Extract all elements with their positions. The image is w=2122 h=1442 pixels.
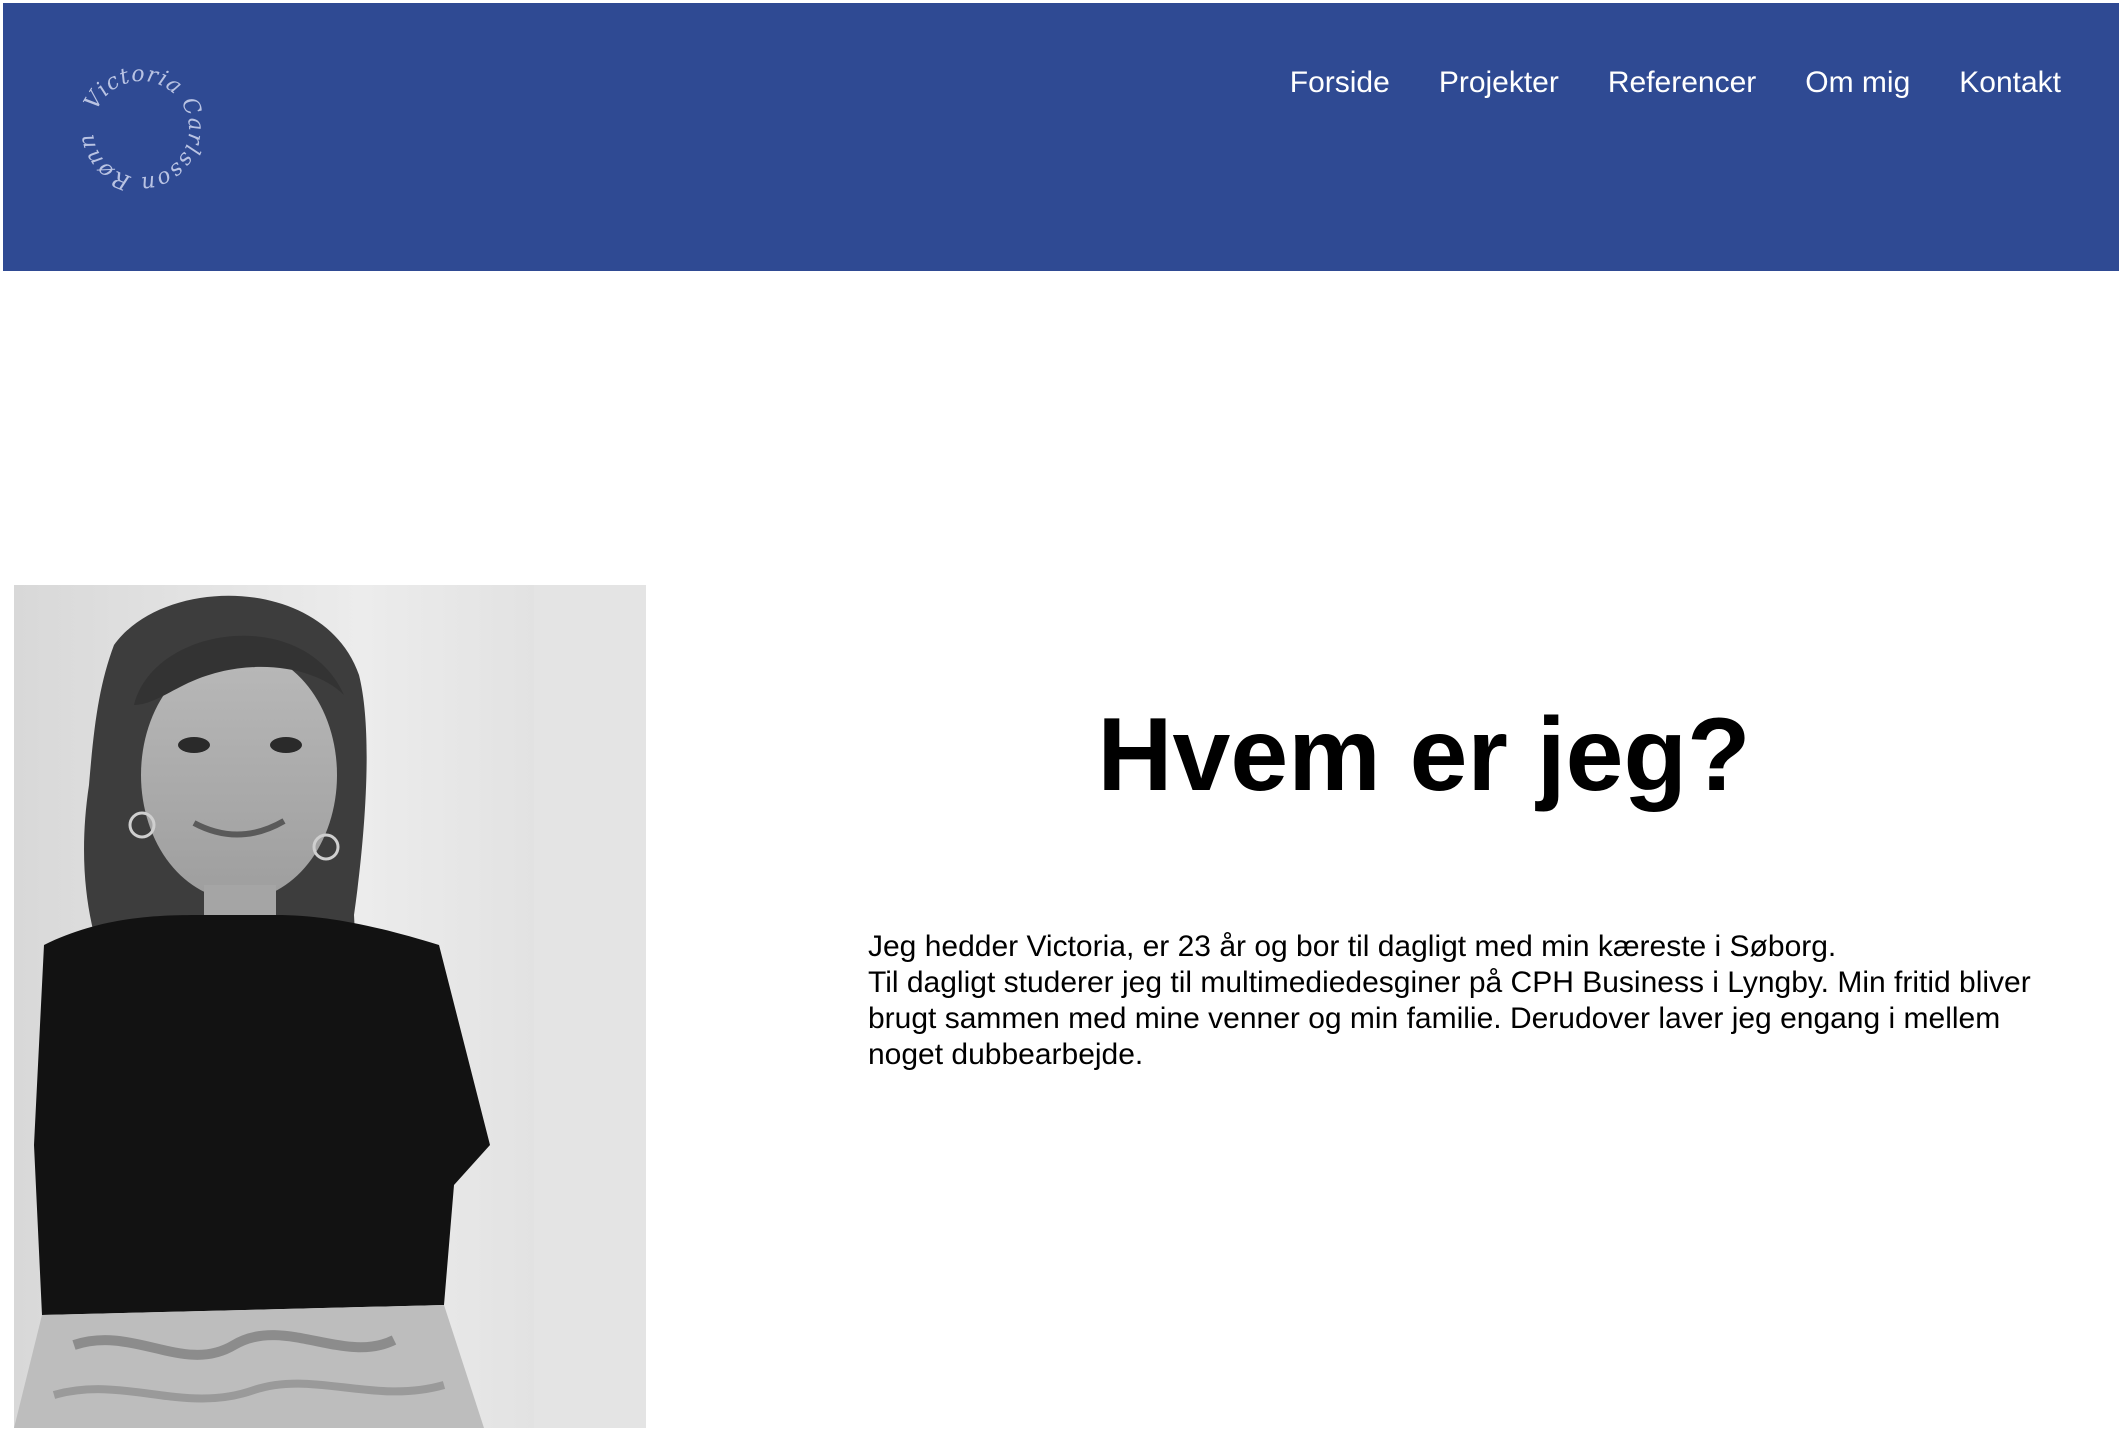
nav-item-forside[interactable]: Forside bbox=[1290, 61, 1390, 105]
bio-line: Jeg hedder Victoria, er 23 år og bor til… bbox=[868, 930, 1837, 963]
nav-item-referencer[interactable]: Referencer bbox=[1608, 61, 1756, 105]
bio-paragraph: Til dagligt studerer jeg til multimedied… bbox=[868, 966, 2031, 1071]
logo-text: Victoria Carlsson Rønne bbox=[71, 59, 207, 196]
nav-item-om-mig[interactable]: Om mig bbox=[1805, 61, 1910, 105]
portrait-photo bbox=[14, 585, 646, 1428]
bio-text: Jeg hedder Victoria, er 23 år og bor til… bbox=[868, 929, 2068, 1073]
nav-item-projekter[interactable]: Projekter bbox=[1439, 61, 1559, 105]
site-header: Victoria Carlsson Rønne Forside Projekte… bbox=[3, 3, 2119, 271]
nav-item-kontakt[interactable]: Kontakt bbox=[1959, 61, 2061, 105]
page: Victoria Carlsson Rønne Forside Projekte… bbox=[0, 0, 2122, 1442]
main-nav: Forside Projekter Referencer Om mig Kont… bbox=[1290, 61, 2061, 105]
page-title: Hvem er jeg? bbox=[1097, 697, 1751, 813]
handwritten-circular-logo-icon: Victoria Carlsson Rønne bbox=[71, 59, 208, 196]
svg-text:Victoria Carlsson Rønne: Victoria Carlsson Rønne bbox=[71, 59, 208, 196]
site-logo[interactable]: Victoria Carlsson Rønne bbox=[71, 59, 211, 199]
portrait-photo-icon bbox=[14, 585, 646, 1428]
